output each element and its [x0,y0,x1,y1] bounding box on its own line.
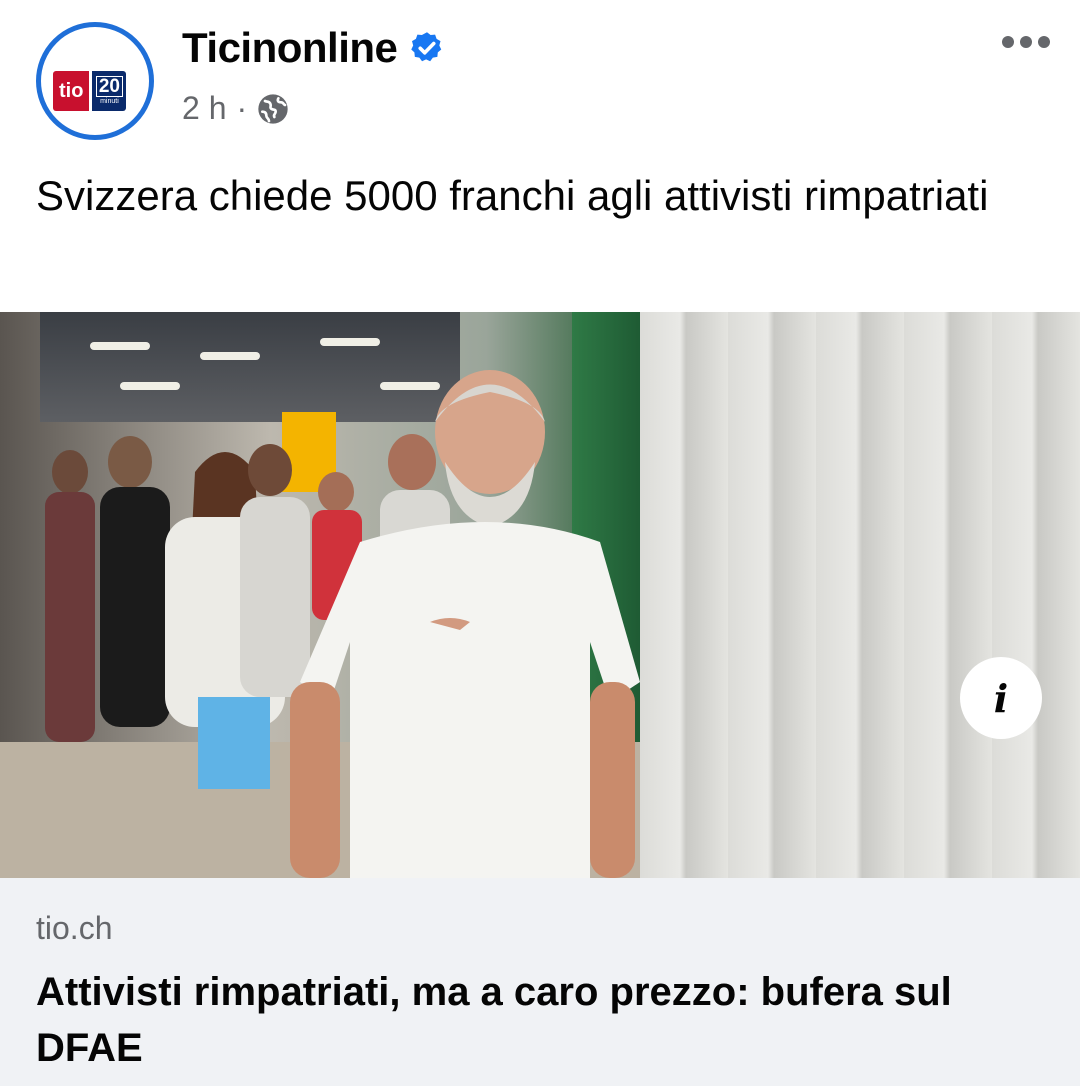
more-dot [1020,36,1032,48]
post-time[interactable]: 2 h [182,90,226,127]
meta-separator: · [236,90,248,126]
more-dot [1002,36,1014,48]
post-header: tio 20 minuti Ticinonline 2 h · [0,0,1080,160]
globe-icon [258,93,288,124]
logo-20-number: 20 [95,76,123,97]
post-photo[interactable]: i [0,312,1080,878]
tio-logo: tio 20 minuti [53,71,127,111]
logo-tio-text: tio [53,71,90,111]
link-domain: tio.ch [36,910,113,946]
post-meta: 2 h · [182,90,289,127]
page-name-row: Ticinonline [182,24,445,72]
post-text: Svizzera chiede 5000 franchi agli attivi… [36,172,989,219]
more-options-icon[interactable] [1002,36,1050,48]
info-icon[interactable]: i [960,657,1042,739]
logo-minuti-text: minuti [100,98,119,105]
photo-people [45,370,640,878]
link-title[interactable]: Attivisti rimpatriati, ma a caro prezzo:… [36,964,1036,1076]
page-name[interactable]: Ticinonline [182,24,398,72]
logo-20-minuti: 20 minuti [92,71,127,111]
verified-badge-icon [411,32,442,62]
info-label: i [993,675,1009,721]
page-avatar[interactable]: tio 20 minuti [36,22,154,140]
more-dot [1038,36,1050,48]
